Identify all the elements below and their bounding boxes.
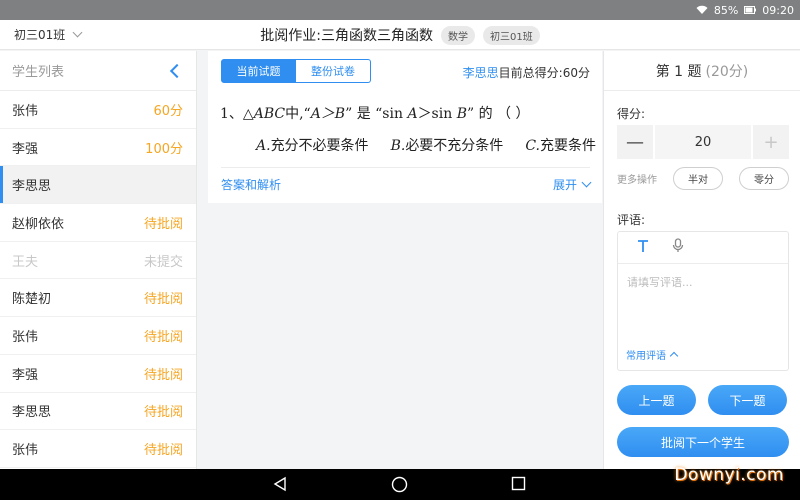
answer-options: A.充分不必要条件 B.必要不充分条件 C.充要条件	[256, 135, 596, 155]
half-correct-button[interactable]: 半对	[673, 167, 723, 190]
student-row[interactable]: 赵柳依依 待批阅	[0, 204, 196, 242]
comment-toolbar	[618, 232, 788, 264]
view-tabs: 当前试题 整份试卷	[221, 59, 371, 83]
more-ops-label: 更多操作	[617, 175, 657, 186]
student-status: 待批阅	[143, 405, 183, 421]
subject-tag: 数学	[440, 25, 475, 45]
zero-score-button[interactable]: 零分	[739, 167, 789, 190]
chevron-up-icon	[669, 351, 679, 361]
divider	[221, 167, 590, 168]
battery-percent: 85%	[713, 3, 739, 17]
student-name: 李强	[12, 141, 39, 157]
student-row[interactable]: 李思思 待批阅	[0, 393, 196, 431]
expand-label: 展开	[552, 178, 577, 192]
student-row[interactable]: 李思思	[0, 166, 196, 205]
recent-apps-icon[interactable]	[511, 476, 526, 495]
student-row[interactable]: 张伟 待批阅	[0, 430, 196, 468]
student-status: 60分	[153, 103, 183, 119]
sidebar-title: 学生列表	[12, 65, 65, 80]
score-stepper: — 20 +	[617, 125, 789, 159]
student-name: 陈楚初	[12, 292, 52, 308]
student-row[interactable]: 张伟 待批阅	[0, 317, 196, 355]
question-panel: 当前试题 整份试卷 李思思目前总得分:60分 1、△ABC中,“A＞B” 是 “…	[208, 51, 602, 203]
score-input[interactable]: 20	[655, 125, 751, 159]
collapse-chevron-icon[interactable]	[169, 63, 185, 78]
clock: 09:20	[762, 3, 794, 17]
student-status: 100分	[145, 141, 183, 157]
student-name: 李强	[12, 367, 39, 383]
score-label: 得分:	[617, 107, 646, 121]
class-tag: 初三01班	[482, 25, 540, 45]
question-text: 1、△ABC中,“A＞B” 是 “sin A＞sin B” 的 （ ）	[220, 106, 530, 122]
student-name: 赵柳依依	[12, 216, 65, 232]
total-score-value: 60分	[562, 66, 590, 80]
student-row[interactable]: 李强 待批阅	[0, 355, 196, 393]
answer-analysis-link[interactable]: 答案和解析	[221, 176, 281, 193]
homework-title: 三角函数三角函数	[320, 28, 433, 44]
more-operations: 更多操作 半对 零分	[617, 167, 789, 190]
student-row[interactable]: 王夫 未提交	[0, 242, 196, 280]
student-status: 待批阅	[143, 329, 183, 345]
student-sidebar: 学生列表 张伟 60分 李强 100分 李思思 赵柳依依 待批阅 王夫 未提交 陈楚初 待批阅 张伟待…	[0, 51, 197, 469]
top-bar: 初三01班 批阅作业:三角函数三角函数 数学 初三01班	[0, 20, 800, 50]
microphone-icon[interactable]	[672, 238, 684, 257]
student-name: 李思思	[12, 405, 52, 421]
expand-button[interactable]: 展开	[552, 176, 592, 193]
student-status: 待批阅	[143, 443, 183, 459]
wifi-icon	[696, 5, 708, 15]
option-a: A.充分不必要条件	[256, 138, 369, 154]
question-number: 第 1 题	[655, 63, 702, 80]
title-prefix: 批阅作业:	[260, 28, 321, 44]
chevron-down-icon	[581, 177, 592, 188]
total-score: 李思思目前总得分:60分	[463, 64, 590, 81]
tab-full-paper[interactable]: 整份试卷	[296, 59, 371, 83]
battery-icon	[744, 5, 757, 15]
student-name: 李思思	[12, 179, 52, 195]
next-question-button[interactable]: 下一题	[708, 385, 787, 415]
increase-score-button[interactable]: +	[753, 125, 789, 159]
tab-current-question[interactable]: 当前试题	[221, 59, 296, 83]
total-label: 目前总得分:	[498, 66, 563, 80]
student-list: 张伟 60分 李强 100分 李思思 赵柳依依 待批阅 王夫 未提交 陈楚初 待批阅 张伟 待批阅 李强待…	[0, 91, 196, 468]
student-status: 未提交	[143, 254, 183, 270]
watermark-logo: Downyi.com	[674, 465, 784, 485]
page-title: 批阅作业:三角函数三角函数 数学 初三01班	[0, 25, 800, 45]
student-name: 张伟	[12, 103, 39, 119]
status-bar: 85% 09:20	[0, 0, 800, 20]
student-name: 张伟	[12, 443, 39, 459]
question-points: (20分)	[705, 63, 749, 80]
total-student-name: 李思思	[462, 66, 499, 80]
review-next-student-button[interactable]: 批阅下一个学生	[617, 427, 789, 457]
option-c: C.充要条件	[525, 138, 596, 154]
sidebar-header: 学生列表	[0, 51, 196, 91]
common-comments-link[interactable]: 常用评语	[626, 347, 679, 362]
student-status: 待批阅	[143, 292, 183, 308]
common-comments-label: 常用评语	[626, 351, 666, 362]
decrease-score-button[interactable]: —	[617, 125, 653, 159]
student-row[interactable]: 陈楚初 待批阅	[0, 279, 196, 318]
student-name: 张伟	[12, 329, 39, 345]
student-name: 王夫	[12, 254, 39, 270]
home-icon[interactable]	[391, 476, 408, 497]
student-row[interactable]: 李强 100分	[0, 129, 196, 167]
back-icon[interactable]	[272, 476, 288, 496]
previous-question-button[interactable]: 上一题	[617, 385, 696, 415]
question-header: 第 1 题 (20分)	[604, 51, 800, 91]
option-b: B.必要不充分条件	[390, 138, 504, 154]
grading-panel: 第 1 题 (20分) 得分: — 20 + 更多操作 半对 零分 评语: 请填…	[603, 51, 800, 469]
comment-input[interactable]: 请填写评语...	[627, 274, 693, 290]
student-status: 待批阅	[143, 367, 183, 383]
student-row[interactable]: 张伟 60分	[0, 91, 196, 129]
comment-box: 请填写评语... 常用评语	[617, 231, 789, 371]
comment-label: 评语:	[617, 213, 646, 227]
student-status: 待批阅	[143, 216, 183, 232]
text-icon[interactable]	[636, 239, 650, 257]
